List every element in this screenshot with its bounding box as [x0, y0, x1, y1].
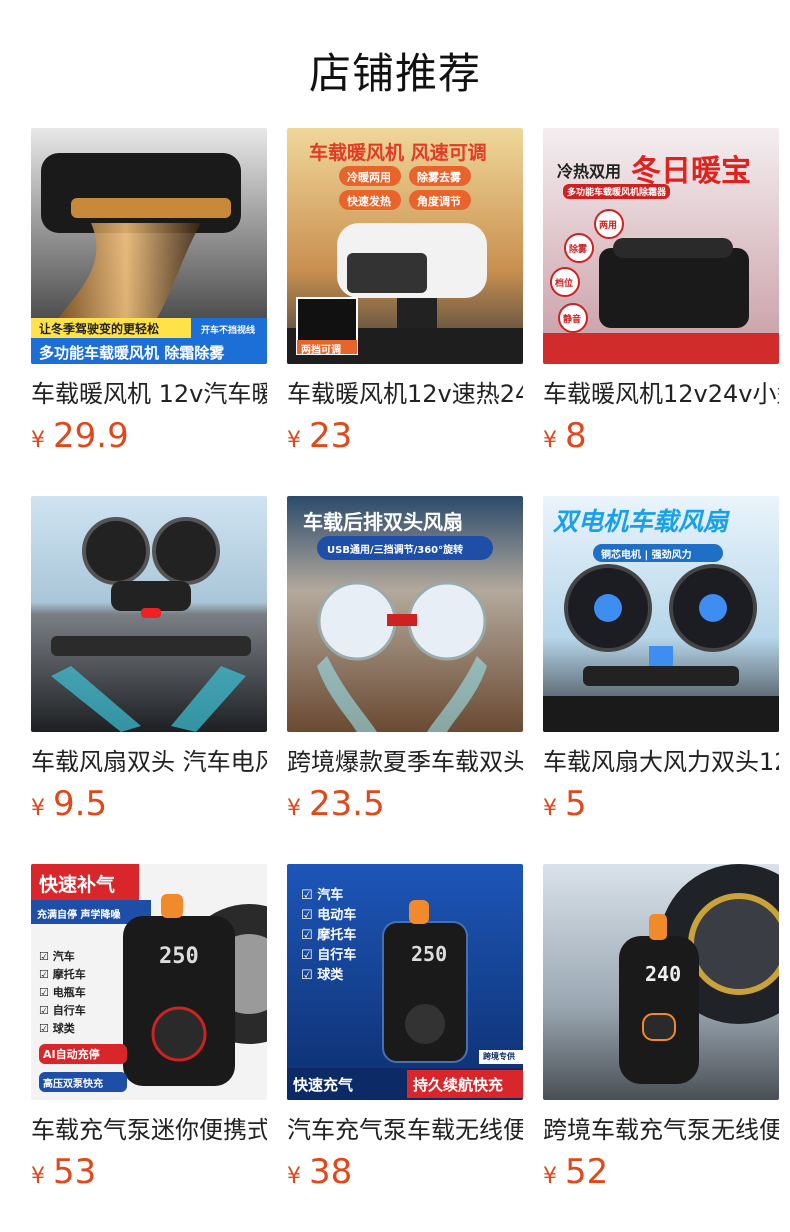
product-card[interactable]: 车载暖风机 风速可调 冷暖两用 除雾去雾 快速发热 角度调节 两挡可调 车载暖风…	[287, 128, 523, 460]
price-value: 52	[565, 1152, 609, 1192]
price-value: 23.5	[309, 784, 385, 824]
image-pill: 快速发热	[347, 195, 391, 208]
pump-display: 240	[645, 962, 682, 986]
list-item: ☑ 球类	[39, 1022, 75, 1035]
product-card[interactable]: 车载风扇双头 汽车电风扇 ¥ 9.5	[31, 496, 267, 828]
image-corner-label: 两挡可调	[301, 345, 341, 356]
image-banner-small: 冷热双用	[557, 162, 622, 181]
product-image[interactable]	[31, 496, 267, 732]
currency-symbol: ¥	[543, 428, 557, 453]
image-tag: 跨境专供	[483, 1052, 515, 1061]
pump-display: 250	[159, 944, 199, 969]
section-title: 店铺推荐	[308, 49, 481, 98]
product-card[interactable]: 双电机车载风扇 铜芯电机 | 强劲风力 车载风扇大风力双头12v ¥ 5	[543, 496, 779, 828]
image-banner: 快速补气	[39, 874, 116, 896]
product-title[interactable]: 车载暖风机12v速热24v	[287, 378, 523, 410]
product-title[interactable]: 跨境爆款夏季车载双头风扇	[287, 746, 523, 778]
product-card[interactable]: ☑ 汽车 ☑ 电动车 ☑ 摩托车 ☑ 自行车 ☑ 球类 250 跨境专供 快速充…	[287, 864, 523, 1196]
image-circle: 档位	[555, 279, 574, 289]
image-caption-top: 让冬季驾驶变的更轻松	[39, 322, 160, 336]
product-price: ¥ 29.9	[31, 416, 267, 460]
price-value: 23	[309, 416, 353, 456]
product-image[interactable]: 车载后排双头风扇 USB通用/三挡调节/360°旋转	[287, 496, 523, 732]
currency-symbol: ¥	[31, 428, 45, 453]
price-value: 8	[565, 416, 587, 456]
product-card[interactable]: 240 跨境车载充气泵无线便携 ¥ 52	[543, 864, 779, 1196]
image-pill: 除雾去雾	[417, 171, 461, 184]
product-price: ¥ 5	[543, 784, 779, 828]
image-caption-bottom: 多功能车载暖风机 除霜除雾	[39, 344, 225, 362]
product-image[interactable]: 让冬季驾驶变的更轻松 开车不挡视线 多功能车载暖风机 除霜除雾	[31, 128, 267, 364]
product-title[interactable]: 车载风扇大风力双头12v	[543, 746, 779, 778]
list-item: ☑ 摩托车	[301, 928, 357, 943]
product-title[interactable]: 汽车充气泵车载无线便携	[287, 1114, 523, 1146]
section-header: 店铺推荐	[0, 0, 790, 128]
product-card[interactable]: 让冬季驾驶变的更轻松 开车不挡视线 多功能车载暖风机 除霜除雾 车载暖风机 12…	[31, 128, 267, 460]
list-item: ☑ 电瓶车	[39, 986, 86, 999]
list-item: ☑ 汽车	[301, 888, 344, 903]
product-title[interactable]: 车载暖风机12v24v小型	[543, 378, 779, 410]
product-image[interactable]: 240	[543, 864, 779, 1100]
currency-symbol: ¥	[543, 796, 557, 821]
list-item: ☑ 自行车	[39, 1004, 86, 1017]
image-subtitle: 多功能车载暖风机除霜器	[563, 184, 671, 199]
product-image[interactable]: ☑ 汽车 ☑ 电动车 ☑ 摩托车 ☑ 自行车 ☑ 球类 250 跨境专供 快速充…	[287, 864, 523, 1100]
image-subtitle: 充满自停 声学降噪	[37, 910, 121, 921]
product-price: ¥ 9.5	[31, 784, 267, 828]
image-footer: 快速充气	[293, 1076, 354, 1094]
currency-symbol: ¥	[31, 796, 45, 821]
image-subtitle: USB通用/三挡调节/360°旋转	[327, 545, 464, 556]
image-banner: 双电机车载风扇	[553, 507, 729, 536]
currency-symbol: ¥	[31, 1164, 45, 1189]
currency-symbol: ¥	[287, 1164, 301, 1189]
image-banner: 车载暖风机 风速可调	[309, 142, 487, 164]
price-value: 5	[565, 784, 587, 824]
product-image[interactable]: 双电机车载风扇 铜芯电机 | 强劲风力	[543, 496, 779, 732]
currency-symbol: ¥	[543, 1164, 557, 1189]
list-item: ☑ 自行车	[301, 948, 357, 963]
product-price: ¥ 38	[287, 1152, 523, 1196]
list-item: ☑ 摩托车	[39, 968, 86, 981]
product-title[interactable]: 车载充气泵迷你便携式	[31, 1114, 267, 1146]
image-subtitle: 铜芯电机 | 强劲风力	[601, 550, 692, 561]
product-price: ¥ 52	[543, 1152, 779, 1196]
price-value: 53	[53, 1152, 97, 1192]
pump-display: 250	[411, 942, 448, 966]
price-value: 9.5	[53, 784, 108, 824]
product-price: ¥ 8	[543, 416, 779, 460]
list-item: ☑ 电动车	[301, 908, 357, 923]
image-footer-2: 持久续航快充	[413, 1076, 504, 1094]
list-item: ☑ 汽车	[39, 950, 75, 963]
price-value: 29.9	[53, 416, 129, 456]
product-title[interactable]: 跨境车载充气泵无线便携	[543, 1114, 779, 1146]
product-image[interactable]: 车载暖风机 风速可调 冷暖两用 除雾去雾 快速发热 角度调节 两挡可调	[287, 128, 523, 364]
product-title[interactable]: 车载风扇双头 汽车电风扇	[31, 746, 267, 778]
image-circle: 静音	[563, 315, 582, 325]
product-card[interactable]: 车载后排双头风扇 USB通用/三挡调节/360°旋转 跨境爆款夏季车载双头风扇 …	[287, 496, 523, 828]
image-banner: 车载后排双头风扇	[303, 510, 463, 534]
product-price: ¥ 23	[287, 416, 523, 460]
image-circle: 除雾	[569, 245, 588, 255]
product-image[interactable]: 快速补气 充满自停 声学降噪 ☑ 汽车 ☑ 摩托车 ☑ 电瓶车 ☑ 自行车 ☑ …	[31, 864, 267, 1100]
image-tag: AI自动充停	[43, 1048, 100, 1061]
product-price: ¥ 23.5	[287, 784, 523, 828]
currency-symbol: ¥	[287, 428, 301, 453]
image-circle: 两用	[599, 221, 618, 231]
product-image[interactable]: 冷热双用 冬日暖宝 多功能车载暖风机除霜器 两用 除雾 档位 静音	[543, 128, 779, 364]
list-item: ☑ 球类	[301, 968, 344, 983]
image-pill: 角度调节	[417, 195, 461, 208]
product-card[interactable]: 冷热双用 冬日暖宝 多功能车载暖风机除霜器 两用 除雾 档位 静音 车载暖风机1…	[543, 128, 779, 460]
product-card[interactable]: 快速补气 充满自停 声学降噪 ☑ 汽车 ☑ 摩托车 ☑ 电瓶车 ☑ 自行车 ☑ …	[31, 864, 267, 1196]
image-pill: 冷暖两用	[347, 171, 391, 184]
product-title[interactable]: 车载暖风机 12v汽车暖风	[31, 378, 267, 410]
image-tag: 高压双泵快充	[43, 1079, 103, 1090]
price-value: 38	[309, 1152, 353, 1192]
product-price: ¥ 53	[31, 1152, 267, 1196]
currency-symbol: ¥	[287, 796, 301, 821]
image-tag: 开车不挡视线	[201, 326, 256, 336]
